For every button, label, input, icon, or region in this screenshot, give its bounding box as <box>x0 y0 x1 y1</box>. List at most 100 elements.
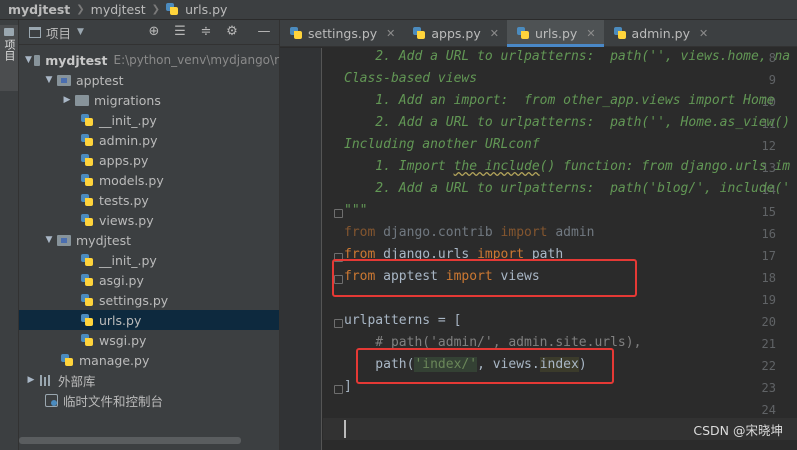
tree-item-file[interactable]: __init_.py <box>19 250 279 270</box>
tree-item-external-libraries[interactable]: ▶ 外部库 <box>19 370 279 390</box>
tree-item-label: mydjtest <box>76 232 131 248</box>
python-file-icon <box>413 27 426 40</box>
collapse-all-icon[interactable]: ≑ <box>199 25 213 39</box>
horizontal-scrollbar[interactable] <box>19 437 241 444</box>
fold-marker-icon[interactable] <box>334 319 343 328</box>
project-panel-title[interactable]: 项目 <box>46 23 71 42</box>
code-editor: settings.py ✕ apps.py ✕ urls.py ✕ admin.… <box>280 20 797 450</box>
navigation-breadcrumb: mydjtest ❯ mydjtest ❯ urls.py <box>0 0 797 20</box>
project-tool-window-button[interactable]: 项目 <box>0 25 18 91</box>
breadcrumb-separator-icon: ❯ <box>151 4 161 15</box>
python-file-icon <box>81 333 94 347</box>
chevron-right-icon[interactable]: ▶ <box>25 375 37 385</box>
code-line[interactable]: 2. Add a URL to urlpatterns: path('', vi… <box>344 49 790 64</box>
tree-item-project-root[interactable]: ▼ mydjtest E:\python_venv\mydjango\r <box>19 50 279 70</box>
tree-item-label: __init_.py <box>99 252 157 268</box>
project-view-icon <box>29 26 41 38</box>
docstring-text: 2. Add a URL to urlpatterns: path('blog/… <box>344 181 791 196</box>
breadcrumb-project[interactable]: mydjtest <box>8 2 70 17</box>
tree-item-file[interactable]: manage.py <box>19 350 279 370</box>
python-file-icon <box>81 193 94 207</box>
code-line[interactable]: 2. Add a URL to urlpatterns: path('blog/… <box>344 181 790 196</box>
line-number: 21 <box>761 337 776 351</box>
tree-item-file[interactable]: models.py <box>19 170 279 190</box>
project-path: E:\python_venv\mydjango\r <box>113 53 279 67</box>
code-line[interactable]: 1. Import the include() function: from d… <box>344 159 790 174</box>
python-file-icon <box>81 133 94 147</box>
docstring-text: """ <box>344 203 368 218</box>
tree-item-file-selected[interactable]: urls.py <box>19 310 279 330</box>
tree-item-file[interactable]: settings.py <box>19 290 279 310</box>
tab-apps-py[interactable]: apps.py ✕ <box>403 20 507 47</box>
code-line[interactable]: Including another URLconf <box>344 137 540 152</box>
docstring-text: Class-based views <box>344 71 478 86</box>
code-line[interactable]: ] <box>344 379 352 394</box>
python-file-icon <box>81 213 94 227</box>
scratch-console-icon <box>45 393 58 407</box>
tree-item-file[interactable]: apps.py <box>19 150 279 170</box>
tree-item-scratches[interactable]: 临时文件和控制台 <box>19 390 279 410</box>
tree-item-migrations[interactable]: ▶ migrations <box>19 90 279 110</box>
tree-item-apptest[interactable]: ▼ apptest <box>19 70 279 90</box>
close-icon[interactable]: ✕ <box>699 27 708 40</box>
watermark: CSDN @宋晓坤 <box>693 423 783 438</box>
python-file-icon <box>81 273 94 287</box>
tree-item-label: models.py <box>99 172 164 188</box>
chevron-down-icon[interactable]: ▼ <box>25 55 32 65</box>
tree-item-file[interactable]: wsgi.py <box>19 330 279 350</box>
identifier: admin <box>547 225 595 240</box>
line-number: 12 <box>761 139 776 153</box>
docstring-text: 1. Import <box>344 159 454 174</box>
tab-urls-py[interactable]: urls.py ✕ <box>506 20 604 47</box>
fold-marker-icon[interactable] <box>334 385 343 394</box>
locate-icon[interactable]: ⊕ <box>147 25 161 39</box>
breadcrumb-file[interactable]: urls.py <box>185 2 227 17</box>
line-number: 15 <box>761 205 776 219</box>
tree-item-file[interactable]: admin.py <box>19 130 279 150</box>
hide-icon[interactable]: — <box>257 25 271 39</box>
tree-item-file[interactable]: __init_.py <box>19 110 279 130</box>
breadcrumb-folder[interactable]: mydjtest <box>91 2 146 17</box>
settings-icon[interactable]: ⚙ <box>225 25 239 39</box>
tree-item-label: apps.py <box>99 152 149 168</box>
tab-admin-py[interactable]: admin.py ✕ <box>604 20 717 47</box>
python-file-icon <box>81 253 94 267</box>
tree-item-label: migrations <box>94 92 161 108</box>
close-icon[interactable]: ✕ <box>386 27 395 40</box>
code-text: urlpatterns = [ <box>344 313 462 328</box>
tree-item-label: manage.py <box>79 352 150 368</box>
tree-item-label: mydjtest <box>45 52 108 68</box>
line-number-gutter <box>280 48 322 450</box>
line-number: 17 <box>761 249 776 263</box>
tree-item-file[interactable]: tests.py <box>19 190 279 210</box>
tree-item-label: urls.py <box>99 312 142 328</box>
close-icon[interactable]: ✕ <box>586 27 595 40</box>
fold-marker-icon[interactable] <box>334 209 343 218</box>
chevron-down-icon[interactable]: ▼ <box>43 235 55 245</box>
code-line-unused-import[interactable]: from django.contrib import admin <box>344 225 594 240</box>
tree-item-label: views.py <box>99 212 154 228</box>
code-line[interactable]: 1. Add an import: from other_app.views i… <box>344 93 774 108</box>
tree-item-mydjtest-package[interactable]: ▼ mydjtest <box>19 230 279 250</box>
tree-item-label: wsgi.py <box>99 332 147 348</box>
expand-all-icon[interactable]: ☰ <box>173 25 187 39</box>
code-line[interactable]: """ <box>344 203 367 218</box>
annotation-box <box>332 259 637 297</box>
docstring-text: Including another URLconf <box>344 137 540 152</box>
close-icon[interactable]: ✕ <box>490 27 499 40</box>
breadcrumb-separator-icon: ❯ <box>76 4 85 15</box>
line-number: 24 <box>761 403 776 417</box>
annotation-box <box>356 348 614 384</box>
tab-settings-py[interactable]: settings.py ✕ <box>280 20 403 47</box>
code-line[interactable]: urlpatterns = [ <box>344 313 461 328</box>
tree-item-file[interactable]: views.py <box>19 210 279 230</box>
keyword: from <box>344 225 376 240</box>
chevron-down-icon[interactable]: ▼ <box>43 75 55 85</box>
chevron-down-icon[interactable]: ▼ <box>77 27 84 37</box>
tree-item-file[interactable]: asgi.py <box>19 270 279 290</box>
code-line[interactable]: 2. Add a URL to urlpatterns: path('', Ho… <box>344 115 790 130</box>
chevron-right-icon[interactable]: ▶ <box>61 95 73 105</box>
python-file-icon <box>613 27 627 40</box>
code-line[interactable]: Class-based views <box>344 71 477 86</box>
folder-icon <box>4 28 14 36</box>
